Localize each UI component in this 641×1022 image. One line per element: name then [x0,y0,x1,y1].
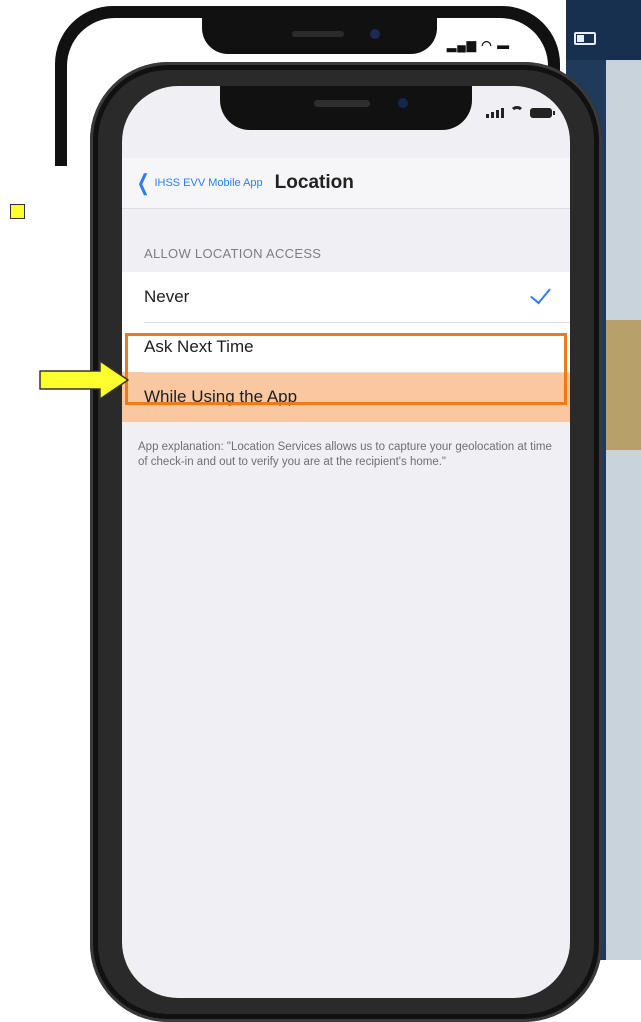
background-phone-status-icons: ▂▄▆ ◠ ▬ [447,38,511,52]
option-label: Never [144,287,190,306]
battery-icon [530,108,555,118]
option-ask-next-time[interactable]: Ask Next Time [122,322,570,372]
toggle-icon [574,32,596,45]
phone-frame: ❮ IHSS EVV Mobile App Location ALLOW LOC… [90,62,602,1022]
status-bar-icons [486,106,555,118]
background-panel-topbar [566,0,641,60]
phone-notch [220,86,472,130]
checkmark-icon [530,282,551,305]
front-camera [398,98,408,108]
chevron-left-icon: ❮ [136,170,150,195]
right-arrow-icon [39,360,129,400]
location-access-options: Never Ask Next Time While Using the App [122,272,570,422]
option-label: While Using the App [144,387,298,406]
phone-screen: ❮ IHSS EVV Mobile App Location ALLOW LOC… [122,86,570,998]
background-phone-speaker [292,31,344,37]
background-panel-image [606,320,641,450]
app-explanation-text: App explanation: "Location Services allo… [138,441,552,468]
option-label: Ask Next Time [144,337,254,356]
back-button[interactable]: ❮ IHSS EVV Mobile App [134,172,263,194]
navigation-bar: ❮ IHSS EVV Mobile App Location [122,158,570,209]
back-button-label: IHSS EVV Mobile App [154,177,263,189]
wifi-icon [509,106,525,118]
speaker-grill [314,100,370,107]
background-panel-content [606,60,641,960]
option-never[interactable]: Never [122,272,570,322]
yellow-marker [10,204,25,219]
option-while-using-app[interactable]: While Using the App [122,372,570,422]
page-title: Location [274,172,354,193]
background-phone-camera [370,29,380,39]
cellular-signal-icon [486,108,504,118]
section-header: ALLOW LOCATION ACCESS [144,246,322,261]
background-phone-notch [202,18,437,54]
